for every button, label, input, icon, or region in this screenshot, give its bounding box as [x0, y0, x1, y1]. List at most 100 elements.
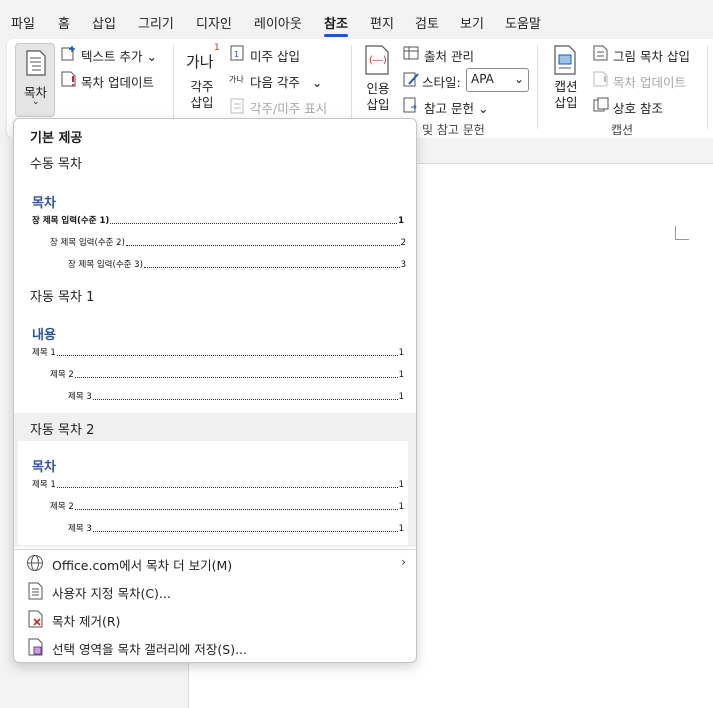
insert-endnote-icon: 1	[230, 45, 244, 61]
toc-line-text: 제목 1	[32, 348, 56, 358]
citation-style-value: APA	[471, 72, 494, 86]
toc-line-text: 제목 2	[50, 370, 74, 380]
style-brush-icon	[403, 72, 419, 87]
gallery-item-label: 수동 목차	[30, 157, 82, 172]
tab-home[interactable]: 홈	[58, 13, 70, 32]
toc-preview-title: 내용	[32, 328, 56, 343]
toc-line-text: 제목 2	[50, 502, 74, 512]
toc-dropdown-gallery: 기본 제공 수동 목차 목차 장 제목 입력(수준 1) 1 장 제목 입력(수준…	[13, 118, 417, 663]
remove-toc-icon	[28, 610, 43, 628]
style-label: 스타일:	[422, 75, 461, 90]
captions-group-label: 캡션	[611, 123, 634, 137]
cross-reference-button[interactable]: 상호 참조	[613, 98, 663, 117]
page-margin-corner-mark	[675, 226, 689, 240]
tab-design[interactable]: 디자인	[196, 13, 232, 32]
insert-footnote-glyph: 가나	[186, 53, 214, 71]
toc-line-page: 1	[398, 480, 404, 490]
toc-preview-thumbnail: 목차 제목 1 1 제목 2 1 제목 3 1	[18, 441, 408, 545]
toc-preview-title: 목차	[32, 460, 56, 475]
add-text-icon	[61, 46, 75, 61]
toc-preview-line: 제목 2 1	[50, 368, 404, 380]
menu-item-custom-toc[interactable]: 사용자 지정 목차(C)...	[14, 578, 416, 604]
section-header-builtin: 기본 제공	[30, 131, 83, 146]
menu-item-save-to-gallery[interactable]: 선택 영역을 목차 갤러리에 저장(S)...	[14, 634, 416, 660]
tab-file[interactable]: 파일	[11, 13, 35, 32]
ribbon-separator	[173, 45, 174, 129]
toc-button[interactable]: 목차 ⌄	[15, 43, 55, 117]
menu-item-label: Office.com에서 목차 더 보기(M)	[52, 558, 233, 573]
toc-preview-line: 장 제목 입력(수준 2) 2	[50, 236, 406, 248]
globe-icon	[27, 555, 43, 571]
footnote-superscript: 1	[214, 43, 220, 53]
ribbon-separator	[537, 45, 538, 129]
bibliography-label: 참고 문헌	[424, 101, 474, 116]
update-table-icon	[61, 71, 76, 87]
chevron-right-icon: ›	[401, 555, 406, 569]
toc-line-page: 1	[398, 216, 404, 226]
citation-style-select[interactable]: APA ⌄	[466, 68, 529, 92]
menu-item-remove-toc[interactable]: 목차 제거(R)	[14, 606, 416, 632]
tab-insert[interactable]: 삽입	[92, 13, 116, 32]
manage-sources-icon	[403, 46, 419, 60]
update-table-button[interactable]: 목차 업데이트	[81, 72, 154, 91]
toc-line-text: 장 제목 입력(수준 2)	[50, 238, 125, 248]
next-footnote-icon: 가나	[229, 75, 244, 84]
toc-preview-line: 장 제목 입력(수준 3) 3	[68, 258, 406, 270]
tab-mailings[interactable]: 편지	[370, 13, 394, 32]
toc-line-text: 제목 3	[68, 392, 92, 402]
tab-draw[interactable]: 그리기	[138, 13, 174, 32]
toc-document-icon	[26, 50, 46, 76]
menu-tab-bar: 파일 홈 삽입 그리기 디자인 레이아웃 참조 편지 검토 보기 도움말	[0, 0, 713, 38]
next-footnote-button[interactable]: 다음 각주 ⌄	[250, 72, 322, 91]
insert-table-of-figures-button[interactable]: 그림 목차 삽입	[613, 46, 690, 65]
tab-references[interactable]: 참조	[324, 13, 348, 37]
toc-line-page: 3	[400, 260, 406, 270]
insert-footnote-button[interactable]: 각주 삽입	[187, 79, 217, 111]
menu-item-label: 목차 제거(R)	[52, 614, 121, 629]
insert-caption-button[interactable]: 캡션 삽입	[551, 79, 581, 111]
toc-preview-line: 제목 1 1	[32, 346, 404, 358]
menu-item-label: 사용자 지정 목차(C)...	[52, 586, 171, 601]
show-notes-button[interactable]: 각주/미주 표시	[250, 98, 327, 117]
ribbon-separator	[707, 45, 708, 129]
chevron-down-icon: ⌄	[513, 72, 524, 86]
tab-help[interactable]: 도움말	[505, 13, 541, 32]
add-text-button[interactable]: 텍스트 추가 ⌄	[81, 46, 157, 65]
custom-toc-icon	[28, 582, 43, 600]
toc-line-page: 2	[400, 238, 406, 248]
bibliography-button[interactable]: 참고 문헌 ⌄	[424, 98, 488, 117]
citations-group-label: 및 참고 문헌	[422, 123, 485, 137]
gallery-item-label: 자동 목차 1	[30, 290, 95, 305]
toc-preview-line: 장 제목 입력(수준 1) 1	[32, 214, 404, 226]
insert-citation-button[interactable]: 인용 삽입	[363, 81, 393, 113]
toc-line-page: 1	[398, 348, 404, 358]
manage-sources-button[interactable]: 출처 관리	[424, 46, 474, 65]
toc-line-page: 1	[398, 370, 404, 380]
toc-preview-line: 제목 1 1	[32, 478, 404, 490]
toc-line-page: 1	[398, 392, 404, 402]
add-text-label: 텍스트 추가	[81, 49, 143, 64]
toc-line-page: 1	[398, 502, 404, 512]
update-figures-table-button[interactable]: 목차 업데이트	[613, 72, 686, 91]
menu-item-more-from-office[interactable]: Office.com에서 목차 더 보기(M) ›	[14, 550, 416, 576]
insert-citation-icon: (―)	[365, 45, 389, 75]
gallery-item-auto-toc-2[interactable]: 자동 목차 2 목차 제목 1 1 제목 2 1 제목 3 1	[14, 413, 416, 547]
toc-preview-line: 제목 2 1	[50, 500, 404, 512]
toc-line-text: 장 제목 입력(수준 3)	[68, 260, 143, 270]
show-notes-icon	[230, 98, 244, 114]
table-of-figures-icon	[593, 45, 608, 61]
insert-caption-icon	[554, 45, 576, 75]
insert-endnote-button[interactable]: 미주 삽입	[250, 46, 300, 65]
tab-view[interactable]: 보기	[460, 13, 484, 32]
svg-text:1: 1	[234, 50, 239, 59]
tab-layout[interactable]: 레이아웃	[254, 13, 302, 32]
toc-line-page: 1	[398, 524, 404, 534]
bibliography-icon	[403, 97, 417, 113]
tab-review[interactable]: 검토	[415, 13, 439, 32]
toc-preview-title: 목차	[32, 196, 56, 211]
svg-text:(―): (―)	[369, 55, 387, 66]
toc-line-text: 장 제목 입력(수준 1)	[32, 216, 110, 226]
toc-line-text: 제목 3	[68, 524, 92, 534]
gallery-item-label: 자동 목차 2	[30, 423, 95, 438]
next-footnote-label: 다음 각주	[250, 75, 300, 90]
